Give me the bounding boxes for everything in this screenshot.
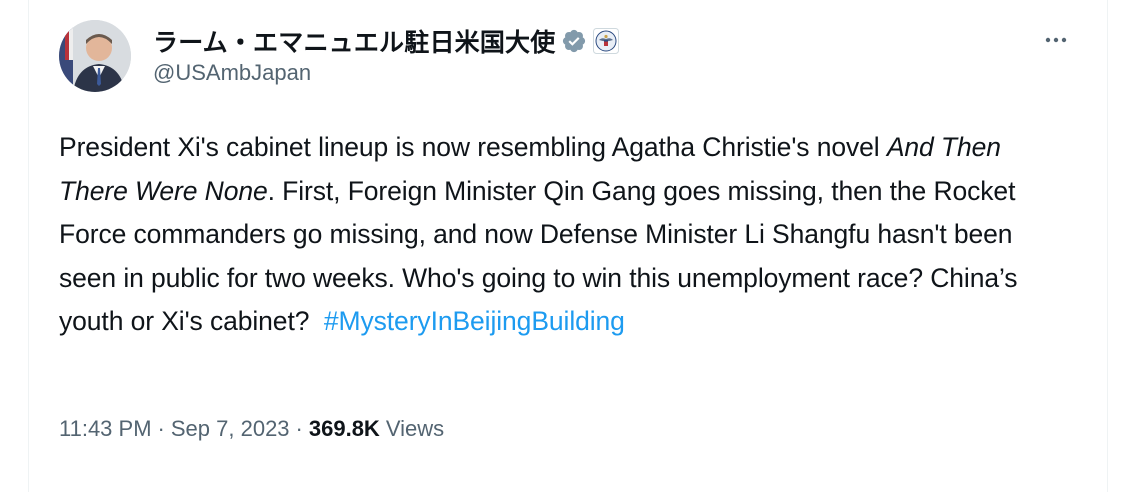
- profile-photo: [59, 20, 131, 92]
- meta-separator: ·: [295, 416, 303, 441]
- views-label: Views: [385, 416, 445, 441]
- tweet-date: Sep 7, 2023: [170, 416, 290, 441]
- views-link[interactable]: 369.8K Views: [309, 416, 444, 442]
- author-handle[interactable]: @USAmbJapan: [153, 60, 311, 86]
- verified-badge-icon[interactable]: [561, 28, 587, 54]
- tweet-meta: 11:43 PM · Sep 7, 2023 · 369.8K Views: [59, 416, 444, 442]
- author-display-name[interactable]: ラーム・エマニュエル駐日米国大使: [153, 23, 555, 59]
- tweet-timestamp[interactable]: 11:43 PM · Sep 7, 2023: [59, 416, 290, 442]
- meta-separator: ·: [157, 416, 165, 441]
- hashtag-link[interactable]: #MysteryInBeijingBuilding: [324, 306, 625, 336]
- tweet-time: 11:43 PM: [59, 416, 152, 441]
- more-options-icon[interactable]: [1039, 30, 1073, 50]
- views-count: 369.8K: [308, 416, 380, 441]
- us-embassy-seal-icon[interactable]: [593, 28, 620, 54]
- avatar[interactable]: [59, 20, 131, 92]
- tweet-card: ラーム・エマニュエル駐日米国大使 @USAmbJapan President X…: [28, 0, 1108, 492]
- tweet-text: President Xi's cabinet lineup is now res…: [59, 126, 1069, 344]
- tweet-text-part1: President Xi's cabinet lineup is now res…: [59, 132, 887, 162]
